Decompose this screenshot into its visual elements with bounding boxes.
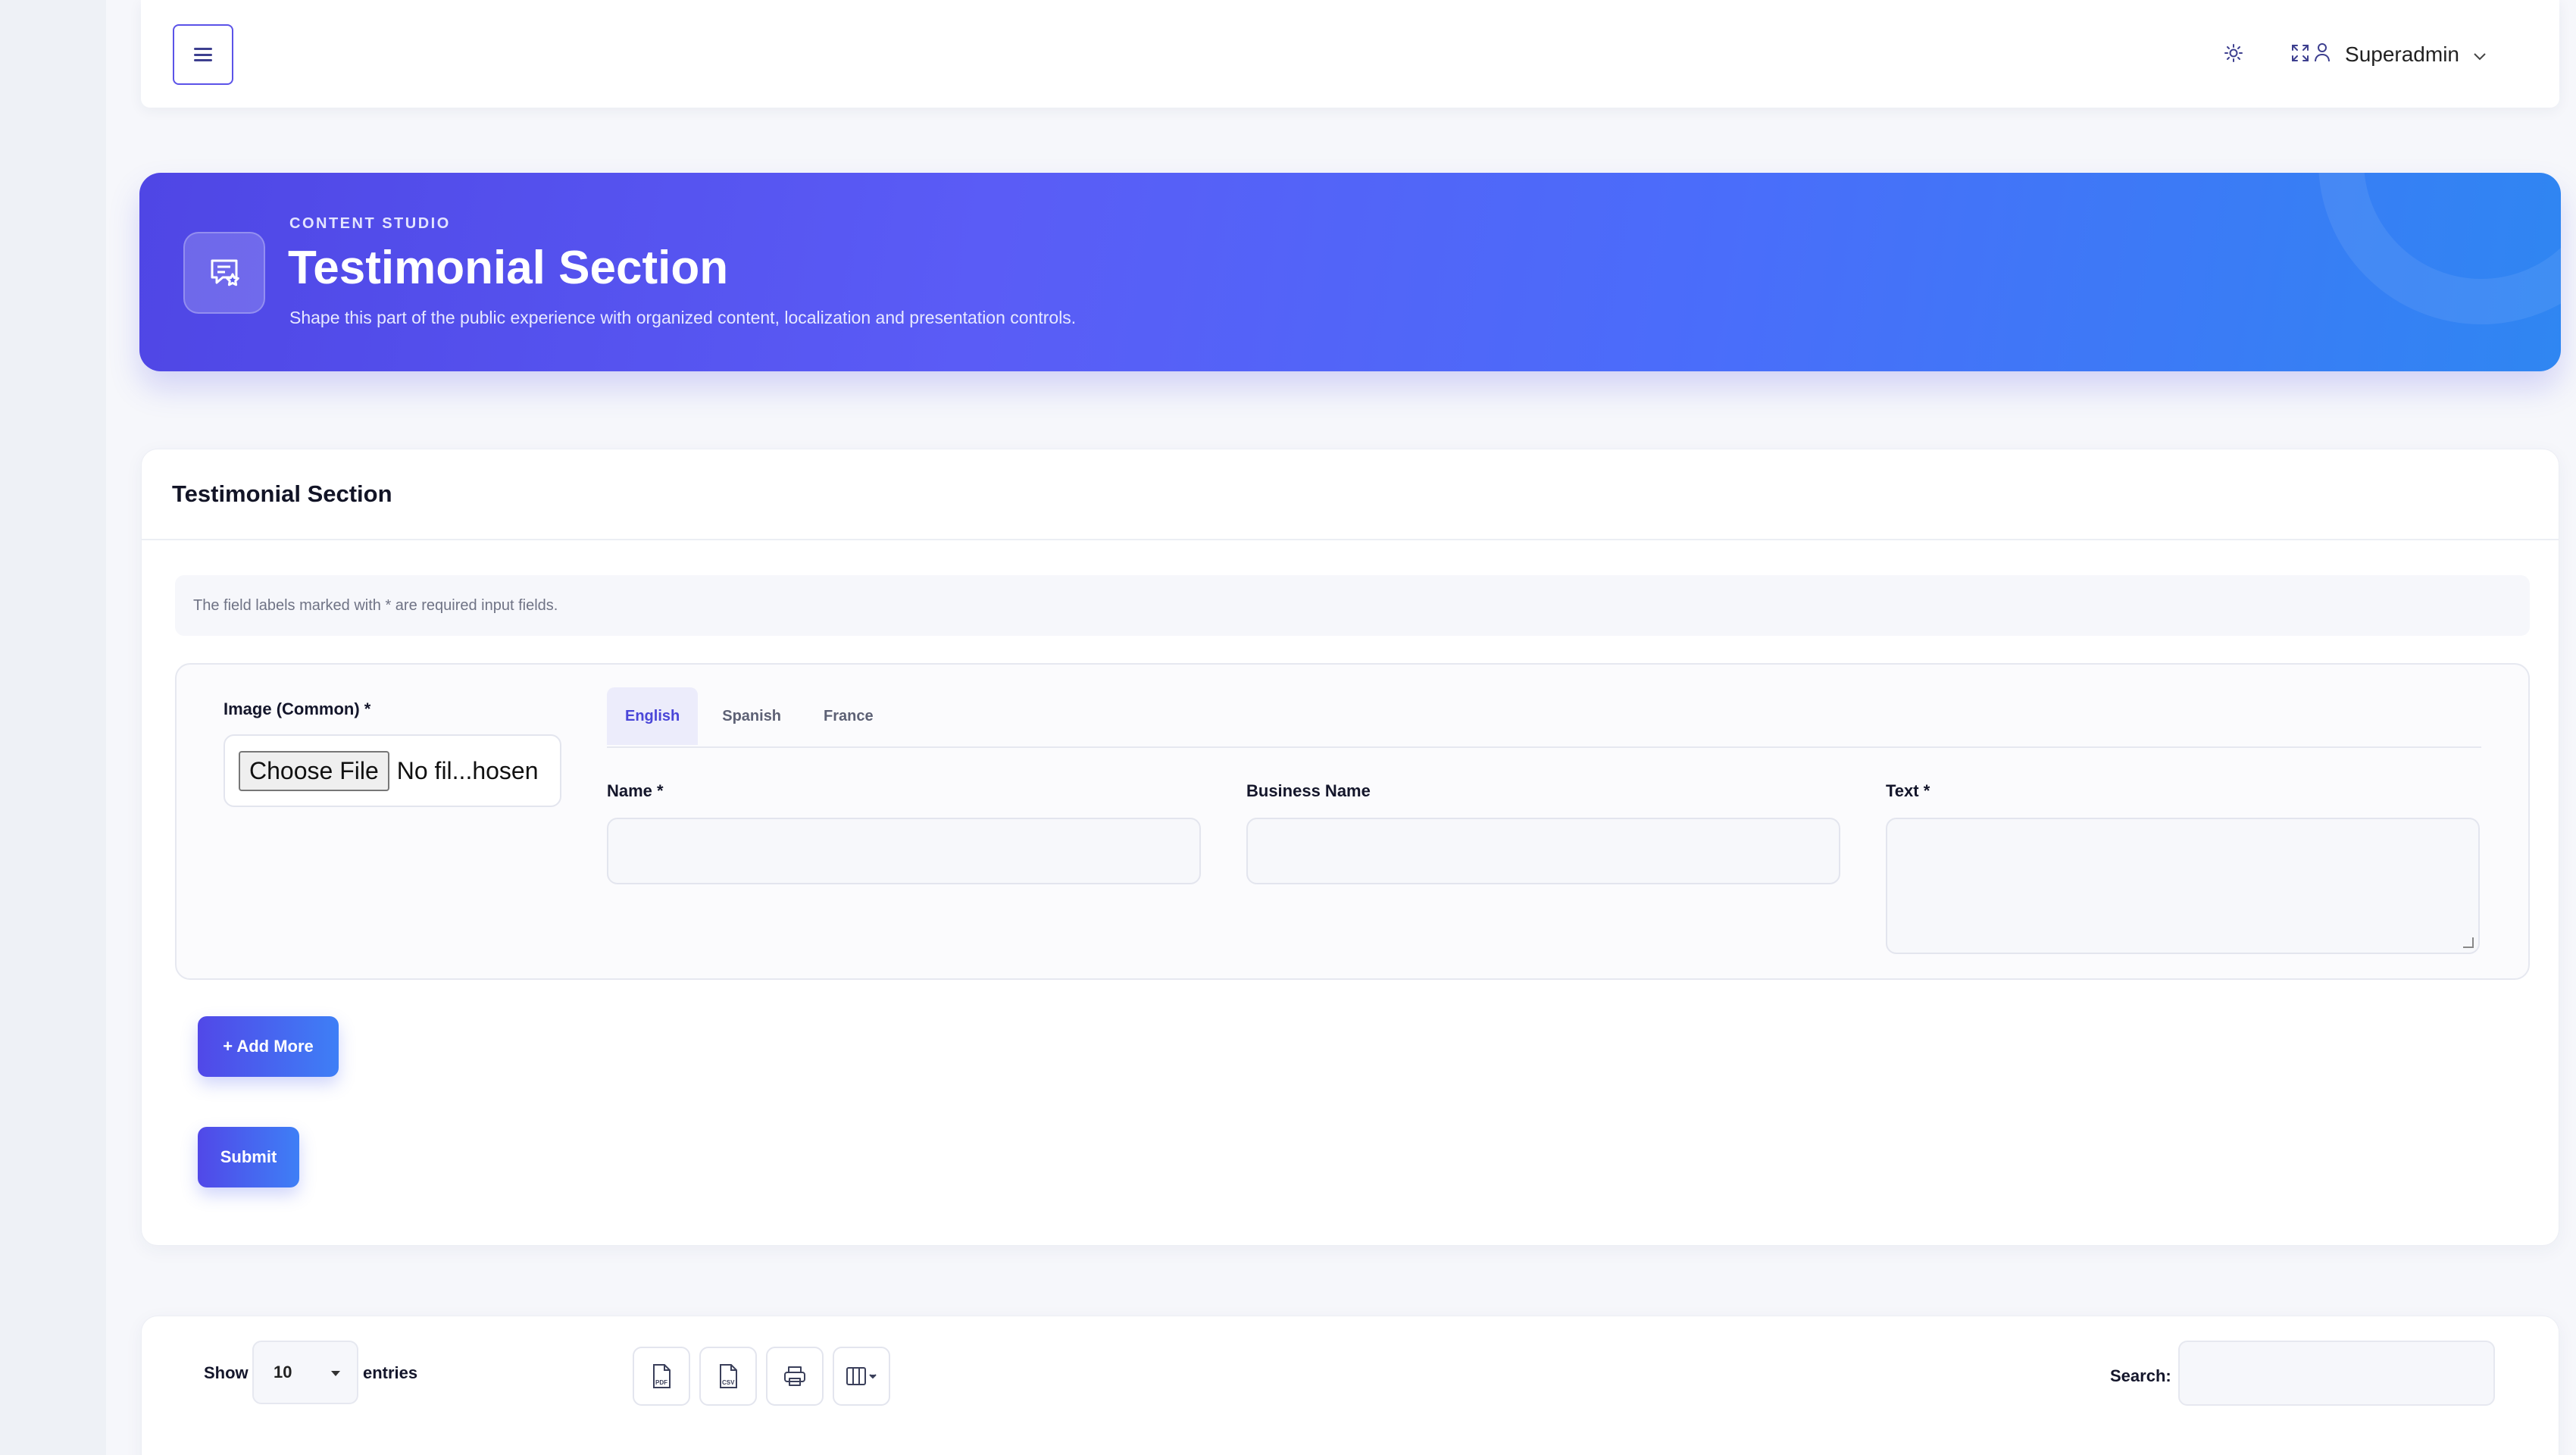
submit-button[interactable]: Submit xyxy=(198,1127,299,1187)
table-search-input[interactable] xyxy=(2178,1341,2495,1406)
business-name-input[interactable] xyxy=(1246,818,1840,884)
table-card: Show 10 entries PDF CSV Search: xyxy=(141,1316,2559,1455)
decorative-ring xyxy=(2318,173,2561,324)
resize-handle[interactable] xyxy=(2463,937,2474,948)
image-file-input[interactable]: Choose File No fil...hosen xyxy=(224,734,561,807)
menu-toggle-button[interactable] xyxy=(173,24,233,85)
page-length-select[interactable]: 10 xyxy=(252,1341,358,1404)
print-button[interactable] xyxy=(766,1347,824,1406)
business-name-label: Business Name xyxy=(1246,781,1371,800)
add-more-button[interactable]: + Add More xyxy=(198,1016,339,1077)
testimonial-item-box: Image (Common) * Choose File No fil...ho… xyxy=(175,663,2530,980)
testimonial-star-chat-icon xyxy=(183,232,265,314)
print-icon xyxy=(784,1366,805,1386)
name-label: Name * xyxy=(607,781,664,800)
show-label: Show xyxy=(204,1363,249,1382)
csv-export-button[interactable]: CSV xyxy=(699,1347,757,1406)
page-title: Testimonial Section xyxy=(288,242,729,294)
file-status: No fil...hosen xyxy=(396,756,539,784)
search-label: Search: xyxy=(2110,1366,2171,1385)
tab-france[interactable]: France xyxy=(805,687,892,745)
image-label: Image (Common) * xyxy=(224,699,371,718)
text-label: Text * xyxy=(1886,781,1930,800)
hero-banner: CONTENT STUDIO Testimonial Section Shape… xyxy=(139,173,2561,371)
testimonial-form-card: Testimonial Section The field labels mar… xyxy=(141,449,2559,1246)
tab-spanish[interactable]: Spanish xyxy=(704,687,799,745)
choose-file-button[interactable]: Choose File xyxy=(239,750,389,791)
sun-icon[interactable] xyxy=(2220,39,2247,67)
entries-label: entries xyxy=(363,1363,418,1382)
required-fields-note: The field labels marked with * are requi… xyxy=(175,575,2530,636)
fullscreen-icon[interactable] xyxy=(2287,39,2314,67)
topbar: Superadmin xyxy=(141,0,2559,108)
hero-subtitle: Shape this part of the public experience… xyxy=(289,308,1077,327)
svg-text:PDF: PDF xyxy=(655,1379,667,1386)
svg-text:CSV: CSV xyxy=(722,1379,735,1386)
user-menu[interactable]: Superadmin xyxy=(2313,36,2487,73)
column-visibility-button[interactable] xyxy=(833,1347,890,1406)
user-icon xyxy=(2313,42,2331,68)
tab-english[interactable]: English xyxy=(607,687,699,745)
pdf-export-icon: PDF xyxy=(653,1364,671,1388)
caret-down-icon xyxy=(331,1371,340,1376)
name-input[interactable] xyxy=(607,818,1201,884)
csv-export-icon: CSV xyxy=(720,1364,737,1388)
column-visibility-icon xyxy=(846,1367,877,1385)
card-title: Testimonial Section xyxy=(142,449,2559,540)
page-length-value: 10 xyxy=(274,1363,292,1381)
sidebar-collapsed xyxy=(0,0,106,1455)
pdf-export-button[interactable]: PDF xyxy=(633,1347,690,1406)
hero-eyebrow: CONTENT STUDIO xyxy=(289,215,451,232)
language-tabs: English Spanish France xyxy=(607,687,2481,748)
text-textarea[interactable] xyxy=(1886,818,2480,954)
menu-icon xyxy=(194,48,212,61)
chevron-down-icon xyxy=(2473,42,2487,67)
user-name: Superadmin xyxy=(2345,42,2459,66)
